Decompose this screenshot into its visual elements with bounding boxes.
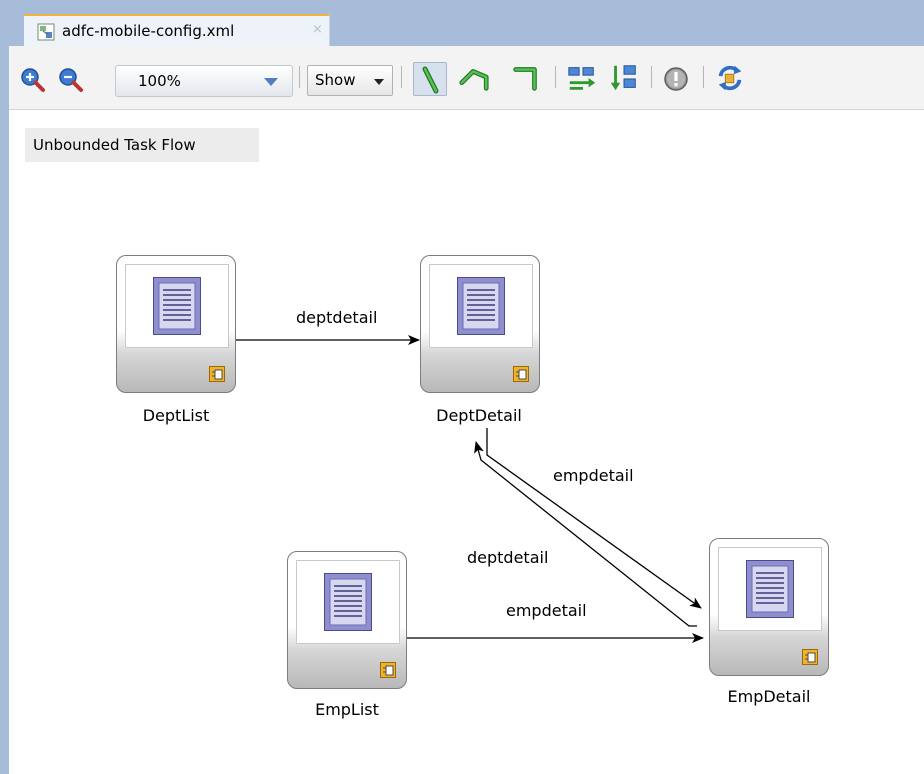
orthogonal-line-icon[interactable] [509,62,543,94]
chevron-down-icon [264,78,278,86]
page-definition-icon [802,649,818,665]
layout-horizontal-icon[interactable] [565,62,599,94]
polyline-icon[interactable] [457,62,491,94]
node-label-empdetail: EmpDetail [727,687,811,706]
straight-line-button[interactable] [413,62,447,96]
view-node-deptdetail[interactable] [420,255,540,393]
view-node-empdetail[interactable] [709,538,829,676]
page-definition-icon [513,366,529,382]
edge-label-empdetail[interactable]: empdetail [553,466,634,485]
page-icon [457,277,505,335]
page-icon [324,573,372,631]
zoom-value: 100% [138,72,181,90]
task-flow-canvas[interactable]: Unbounded Task Flow deptdetail empdetail… [9,110,924,774]
page-icon [746,560,794,618]
validation-icon[interactable] [661,63,691,95]
toolbar-separator [651,66,652,88]
node-label-deptlist: DeptList [142,406,210,425]
tab-close-icon[interactable]: × [312,22,323,38]
refresh-icon[interactable] [713,62,747,94]
layout-vertical-icon[interactable] [607,62,641,94]
toolbar-separator [401,66,402,88]
editor-left-edge [0,0,9,774]
page-definition-icon [209,366,225,382]
toolbar-separator [299,66,300,88]
edge-label-deptdetail[interactable]: deptdetail [467,548,548,567]
node-preview [429,264,533,348]
node-preview [296,560,400,644]
page-definition-icon [380,662,396,678]
node-preview [125,264,229,348]
edge-deptdetail-empdetail[interactable] [486,428,702,609]
tab-label: adfc-mobile-config.xml [62,22,235,40]
edge-label-deptdetail[interactable]: deptdetail [296,308,377,327]
toolbar-separator [555,66,556,88]
editor-tab-strip: adfc-mobile-config.xml × [9,0,924,46]
chevron-down-icon [374,79,384,85]
zoom-in-icon[interactable] [19,64,47,96]
straight-line-icon [422,66,439,94]
zoom-select[interactable]: 100% [115,65,293,97]
view-node-deptlist[interactable] [116,255,236,393]
node-preview [718,547,822,631]
xml-file-icon [37,23,55,41]
toolbar-separator [703,66,704,88]
node-label-deptdetail: DeptDetail [436,406,522,425]
zoom-out-icon[interactable] [57,64,85,96]
page-icon [153,277,201,335]
view-node-emplist[interactable] [287,551,407,689]
node-label-emplist: EmpList [315,700,379,719]
diagram-toolbar: 100% Show [9,46,924,110]
show-label: Show [315,71,356,89]
edge-label-empdetail[interactable]: empdetail [506,601,587,620]
tab-adfc-mobile-config[interactable]: adfc-mobile-config.xml × [24,14,330,46]
show-dropdown-button[interactable]: Show [307,65,393,96]
